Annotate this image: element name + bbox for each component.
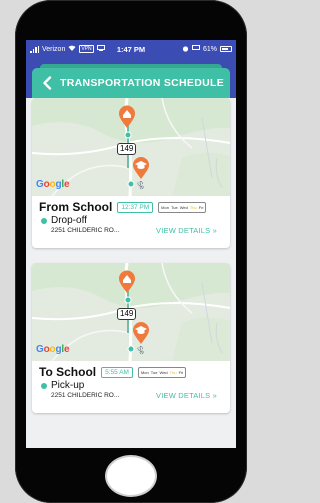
trip-type: Pick-up [51, 380, 85, 391]
day-mon: Mon [161, 204, 169, 210]
route-map[interactable]: 149 Se Google [32, 263, 230, 361]
day-tue: Tue [150, 369, 158, 375]
day-fri: Fri [178, 369, 184, 375]
route-point-icon [124, 131, 132, 139]
google-logo: Google [36, 179, 70, 190]
wifi-icon [68, 45, 76, 53]
carrier-label: Verizon [42, 45, 66, 53]
phone-screen: Verizon VPN 1:47 PM 61% TRANSPORTATION S… [26, 40, 236, 448]
status-dot [41, 382, 47, 389]
day-wed: Wed [179, 204, 188, 210]
trip-card-to-school[interactable]: 149 Se Google To School 5:55 AM Mon Tue … [32, 263, 230, 413]
school-pin-icon [133, 157, 149, 179]
cast-icon [96, 45, 105, 53]
status-dot [41, 217, 47, 224]
view-details-link[interactable]: VIEW DETAILS » [156, 226, 217, 235]
day-mon: Mon [140, 369, 149, 375]
day-fri: Fri [198, 204, 204, 210]
clock: 1:47 PM [116, 44, 146, 54]
route-shield: 149 [117, 308, 137, 320]
google-logo: Google [36, 344, 70, 355]
view-details-link[interactable]: VIEW DETAILS » [156, 391, 217, 400]
back-arrow-icon[interactable] [40, 76, 54, 90]
trip-type: Drop-off [51, 215, 87, 226]
trip-list[interactable]: 149 Se Google From School 12:37 PM Mon T… [26, 98, 236, 448]
destination-point-icon [127, 180, 135, 188]
route-shield: 149 [117, 143, 137, 155]
day-wed: Wed [159, 369, 168, 375]
destination-point-icon [127, 345, 135, 353]
trip-info: From School 12:37 PM Mon Tue Wed Thu Fri… [32, 196, 230, 248]
cast-icon-right [192, 45, 200, 53]
trip-time-badge: 12:37 PM [117, 201, 154, 213]
home-button[interactable] [105, 455, 157, 497]
vpn-badge: VPN [79, 45, 94, 53]
pickup-pin-icon [119, 270, 135, 293]
pickup-pin-icon [119, 105, 135, 128]
day-tue: Tue [170, 204, 178, 210]
weekday-indicator: Mon Tue Wed Thu Fri [158, 201, 207, 213]
app-header: TRANSPORTATION SCHEDULE [32, 68, 230, 98]
weekday-indicator: Mon Tue Wed Thu Fri [137, 366, 187, 378]
alarm-icon [182, 45, 189, 54]
day-thu: Thu [189, 204, 197, 210]
trip-title: To School [39, 365, 97, 379]
trip-info: To School 5:55 AM Mon Tue Wed Thu Fri Pi… [32, 361, 230, 413]
phone-frame: Verizon VPN 1:47 PM 61% TRANSPORTATION S… [15, 0, 247, 503]
status-bar: Verizon VPN 1:47 PM 61% [26, 40, 236, 58]
route-map[interactable]: 149 Se Google [32, 98, 230, 196]
trip-title: From School [39, 200, 113, 214]
trip-address: 2251 CHILDERIC RO... [51, 392, 120, 399]
battery-icon [220, 46, 233, 52]
trip-time-badge: 5:55 AM [101, 366, 133, 378]
page-title: TRANSPORTATION SCHEDULE [60, 77, 225, 89]
route-point-icon [124, 296, 132, 304]
battery-percent: 61% [203, 45, 218, 53]
day-thu: Thu [169, 369, 177, 375]
trip-card-from-school[interactable]: 149 Se Google From School 12:37 PM Mon T… [32, 98, 230, 248]
trip-address: 2251 CHILDERIC RO... [51, 227, 120, 234]
school-pin-icon [133, 322, 149, 344]
signal-icon [30, 45, 39, 53]
